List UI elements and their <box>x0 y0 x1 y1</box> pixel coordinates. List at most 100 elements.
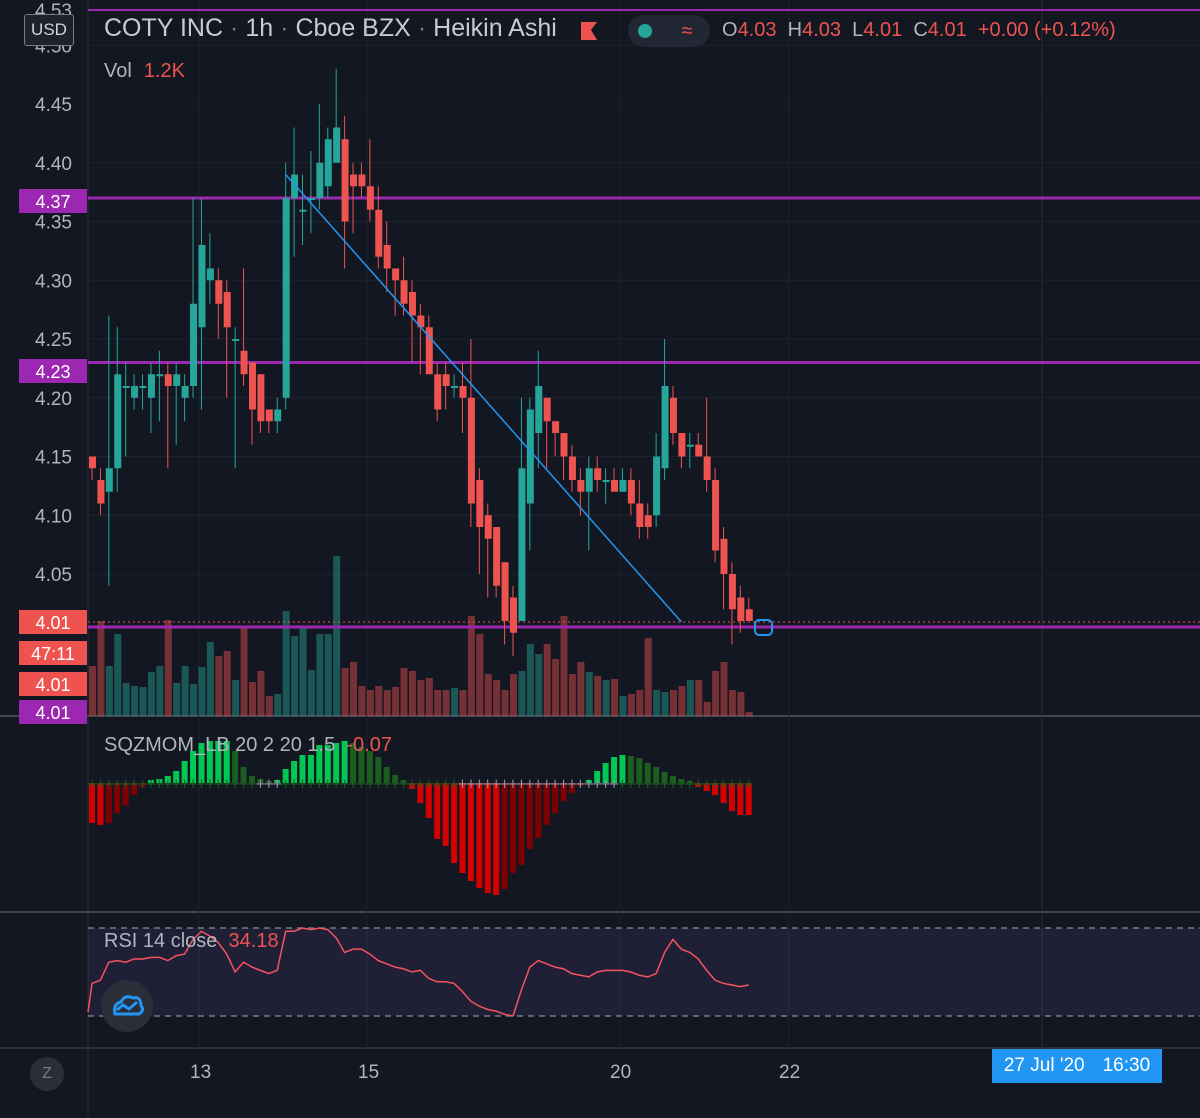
sqzmom-zero: 0.00 <box>397 734 437 756</box>
volume-bar <box>737 692 745 716</box>
candle-body <box>274 409 282 422</box>
volume-bar <box>105 666 113 716</box>
candle-body <box>408 292 416 316</box>
volume-bar <box>215 656 223 716</box>
chart-style[interactable]: Heikin Ashi <box>433 14 557 43</box>
sqzmom-bar <box>501 783 508 889</box>
sqzmom-bar <box>451 783 458 863</box>
volume-bar <box>560 616 568 716</box>
volume-bar <box>265 696 273 716</box>
price-tag-label: 47:11 <box>31 644 75 664</box>
candle-body <box>316 162 324 198</box>
volume-bar <box>678 686 686 716</box>
volume-bar <box>594 676 602 716</box>
candle-body <box>653 456 661 516</box>
candle-body <box>257 374 265 422</box>
sqzmom-bar <box>518 783 525 865</box>
volume-bar <box>307 670 315 716</box>
interval[interactable]: 1h <box>245 14 273 43</box>
volume-bar <box>543 644 551 716</box>
volume-bar <box>316 634 324 716</box>
volume-bar <box>122 683 130 716</box>
candle-body <box>350 174 358 187</box>
candle-body <box>223 292 231 328</box>
volume-bar <box>493 680 501 716</box>
candle-body <box>181 386 189 398</box>
volume-bar <box>728 690 736 716</box>
crosshair-time: 16:30 <box>1102 1055 1151 1076</box>
candle-body <box>156 374 164 377</box>
ohlc-readout: O4.03 H4.03 L4.01 C4.01 +0.00 (+0.12%) <box>722 19 1116 41</box>
tradingview-logo-icon[interactable] <box>101 980 153 1032</box>
sqzmom-bar <box>442 783 449 846</box>
volume-bar <box>350 662 358 716</box>
volume-bar <box>425 678 433 716</box>
change-value: +0.00 (+0.12%) <box>977 19 1116 41</box>
crosshair-time-label: 27 Jul '20 16:30 <box>992 1049 1162 1083</box>
price-tag-label: 4.23 <box>35 362 70 382</box>
candle-body <box>602 480 610 482</box>
volume-value: 1.2K <box>143 60 185 82</box>
x-tick-label: 22 <box>779 1062 801 1083</box>
volume-bar <box>291 636 299 716</box>
rsi-legend[interactable]: RSI 14 close 34.18 <box>104 930 279 953</box>
close-value: 4.01 <box>927 19 967 41</box>
wave-icon: ≈ <box>681 20 693 42</box>
sqzmom-legend[interactable]: SQZMOM_LB 20 2 20 1.5 -0.07 0.00 <box>104 734 436 757</box>
chart-header: COTY INC · 1h · Cboe BZX · Heikin Ashi <box>104 14 557 43</box>
volume-bar <box>712 671 720 716</box>
candle-body <box>518 468 526 621</box>
price-tag-label: 4.01 <box>35 703 70 723</box>
volume-bar <box>695 680 703 716</box>
candle-body <box>114 374 122 469</box>
volume-bar <box>661 692 669 716</box>
volume-bar <box>476 634 484 716</box>
candle-body <box>695 444 703 457</box>
volume-bar <box>324 634 332 716</box>
volume-bar <box>602 680 610 716</box>
volume-bar <box>577 662 585 716</box>
volume-bar <box>198 667 206 716</box>
candle-body <box>510 597 517 633</box>
separator-dot: · <box>280 14 289 42</box>
volume-legend: Vol 1.2K <box>104 60 185 83</box>
y-tick-label: 4.10 <box>35 506 72 527</box>
candle-body <box>577 480 585 492</box>
candle-body <box>686 444 694 447</box>
candle-body <box>703 456 711 480</box>
price-tag-label: 4.37 <box>35 192 70 212</box>
flag-icon[interactable] <box>578 20 600 42</box>
volume-bar <box>206 642 214 716</box>
volume-bar <box>467 616 475 716</box>
volume-bar <box>147 672 155 716</box>
exchange: Cboe BZX <box>295 14 411 42</box>
candle-body <box>105 468 113 492</box>
reset-zoom-button[interactable]: Z <box>30 1057 64 1091</box>
volume-bar <box>451 688 459 716</box>
sqzmom-value: -0.07 <box>346 734 392 756</box>
separator-dot: · <box>230 14 239 42</box>
candle-body <box>644 515 652 527</box>
candle-body <box>198 245 206 328</box>
low-value: 4.01 <box>863 19 903 41</box>
volume-bar <box>383 690 391 716</box>
volume-bar <box>417 680 425 716</box>
candle-body <box>147 374 155 398</box>
volume-bar <box>720 662 728 716</box>
volume-bar <box>585 672 593 716</box>
sqzmom-label: SQZMOM_LB 20 2 20 1.5 <box>104 734 336 756</box>
candle-body <box>206 268 214 281</box>
currency-button[interactable]: USD <box>24 14 74 46</box>
sqzmom-bar <box>476 783 483 888</box>
volume-bar <box>745 712 753 716</box>
y-tick-label: 4.20 <box>35 389 72 410</box>
volume-bar <box>703 702 711 716</box>
candle-body <box>451 386 459 388</box>
candle-body <box>745 609 753 621</box>
volume-bar <box>644 638 652 716</box>
symbol-name[interactable]: COTY INC <box>104 14 223 43</box>
market-status-pill[interactable]: ≈ <box>628 15 710 47</box>
volume-bar <box>669 690 677 716</box>
candle-body <box>720 538 728 574</box>
y-tick-label: 4.25 <box>35 330 72 351</box>
